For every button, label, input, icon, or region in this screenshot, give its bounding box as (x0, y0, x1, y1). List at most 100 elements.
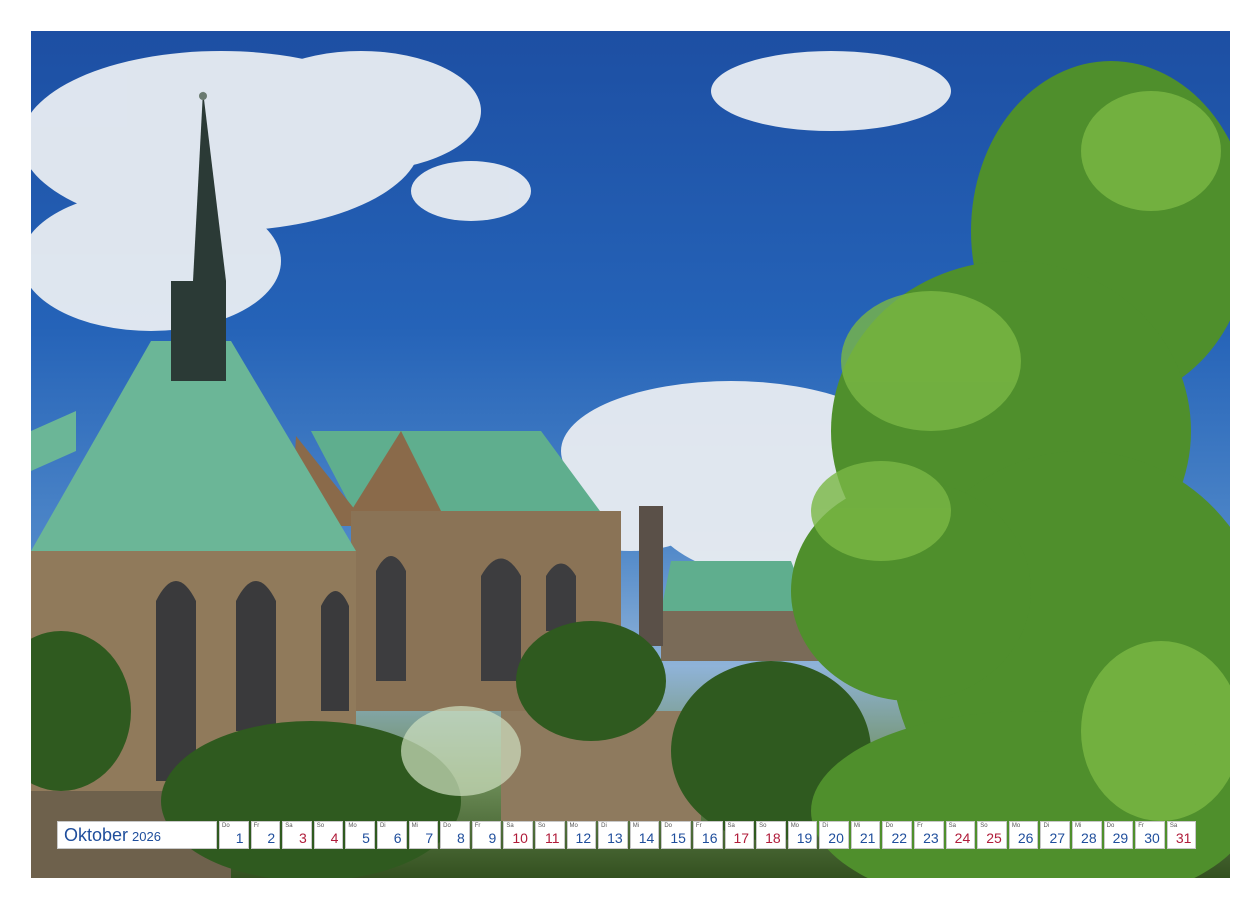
day-cell: Di 6 (376, 821, 407, 849)
day-cell: Do 29 (1103, 821, 1134, 849)
day-number: 21 (859, 830, 876, 846)
weekday-label: Fr (474, 823, 481, 829)
day-cell: Mo 12 (566, 821, 597, 849)
day-number: 20 (828, 830, 844, 846)
day-number: 18 (765, 830, 781, 846)
day-cell: Sa 31 (1166, 821, 1197, 849)
day-number: 8 (456, 830, 465, 846)
day-number: 13 (607, 830, 623, 846)
day-cell: So 25 (977, 821, 1007, 849)
year-label: 2026 (132, 829, 161, 844)
day-number: 30 (1144, 830, 1160, 846)
day-cell: So 4 (313, 821, 344, 849)
day-number: 24 (954, 830, 971, 846)
weekday-label: Mo (569, 823, 578, 829)
day-cell: Mi 7 (408, 821, 439, 849)
weekday-label: Mi (1075, 823, 1082, 829)
weekday-label: So (759, 823, 767, 829)
day-number: 15 (670, 830, 686, 846)
day-number: 5 (362, 830, 370, 846)
day-cell: Fr 23 (914, 821, 944, 849)
day-number: 14 (638, 830, 655, 846)
day-cell: Di 20 (819, 821, 849, 849)
weekday-label: So (537, 823, 546, 829)
weekday-label: Do (443, 823, 451, 829)
weekday-label: Mo (348, 823, 357, 829)
day-cell: Mi 21 (850, 821, 881, 849)
day-cell: Mo 5 (345, 821, 375, 849)
weekday-label: Sa (1169, 823, 1178, 829)
day-number: 3 (298, 830, 307, 846)
day-cell: Fr 9 (471, 821, 502, 849)
day-number: 28 (1081, 830, 1097, 846)
day-number: 4 (330, 830, 339, 846)
weekday-label: Mo (790, 823, 800, 829)
day-cell: Fr 16 (692, 821, 723, 849)
weekday-label: Sa (506, 823, 514, 829)
weekday-label: Do (885, 823, 894, 829)
day-number: 19 (796, 830, 813, 846)
weekday-label: Di (822, 823, 828, 829)
day-number: 10 (512, 830, 528, 846)
day-cell: Di 13 (598, 821, 628, 849)
weekday-label: Di (601, 823, 607, 829)
church-scene (31, 51, 1230, 878)
day-number: 1 (235, 830, 244, 846)
weekday-label: So (316, 823, 325, 829)
day-cell: Mi 28 (1072, 821, 1102, 849)
month-name: Oktober (64, 824, 129, 845)
weekday-label: Mi (853, 823, 861, 829)
day-cell: So 18 (756, 821, 786, 849)
weekday-label: Di (379, 823, 386, 829)
calendar-strip: Oktober 2026 Do 1 Fr 2 Sa 3 So 4 Mo 5 Di 6 Mi 7 Do 8 Fr 9… (57, 821, 1198, 850)
weekday-label: Mi (411, 823, 418, 829)
day-cell: Do 1 (219, 821, 249, 849)
weekday-label: Fr (1138, 823, 1144, 829)
weekday-label: Fr (917, 823, 923, 829)
day-number: 23 (923, 830, 939, 846)
weekday-label: Mi (632, 823, 640, 829)
weekday-label: Mo (1011, 823, 1021, 829)
day-cell: Mo 19 (787, 821, 818, 849)
weekday-label: Fr (253, 823, 260, 829)
day-number: 2 (267, 830, 276, 846)
day-cell: Fr 2 (250, 821, 281, 849)
weekday-label: Do (664, 823, 672, 829)
day-cell: Do 8 (440, 821, 470, 849)
weekday-label: Sa (727, 823, 735, 829)
day-number: 11 (544, 830, 560, 846)
day-cell: Sa 24 (945, 821, 976, 849)
day-cell: Sa 10 (503, 821, 533, 849)
day-cell: Fr 30 (1135, 821, 1165, 849)
day-number: 12 (575, 830, 592, 846)
day-cell: So 11 (534, 821, 565, 849)
weekday-label: Fr (695, 823, 702, 829)
day-cell: Mi 14 (629, 821, 660, 849)
far-roof (661, 561, 811, 611)
day-number: 29 (1112, 830, 1129, 846)
weekday-label: Di (1043, 823, 1050, 829)
day-number: 9 (488, 830, 497, 846)
tower (639, 506, 663, 646)
calendar-photo (31, 31, 1230, 878)
day-number: 25 (986, 830, 1002, 846)
day-cell: Sa 3 (282, 821, 312, 849)
day-cell: Di 27 (1040, 821, 1071, 849)
day-number: 22 (891, 830, 908, 846)
weekday-label: Sa (285, 823, 293, 829)
weekday-label: Do (222, 823, 230, 829)
day-number: 31 (1175, 830, 1192, 846)
day-number: 26 (1017, 830, 1034, 846)
day-cell: Sa 17 (724, 821, 755, 849)
day-number: 16 (701, 830, 718, 846)
day-cell: Mo 26 (1008, 821, 1039, 849)
day-number: 17 (733, 830, 750, 846)
weekday-label: Do (1106, 823, 1115, 829)
weekday-label: Sa (948, 823, 956, 829)
day-cell: Do 22 (882, 821, 913, 849)
day-cell: Do 15 (661, 821, 691, 849)
weekday-label: So (980, 823, 988, 829)
day-number: 7 (425, 830, 434, 846)
month-label: Oktober 2026 (57, 821, 217, 849)
day-number: 6 (393, 830, 402, 846)
